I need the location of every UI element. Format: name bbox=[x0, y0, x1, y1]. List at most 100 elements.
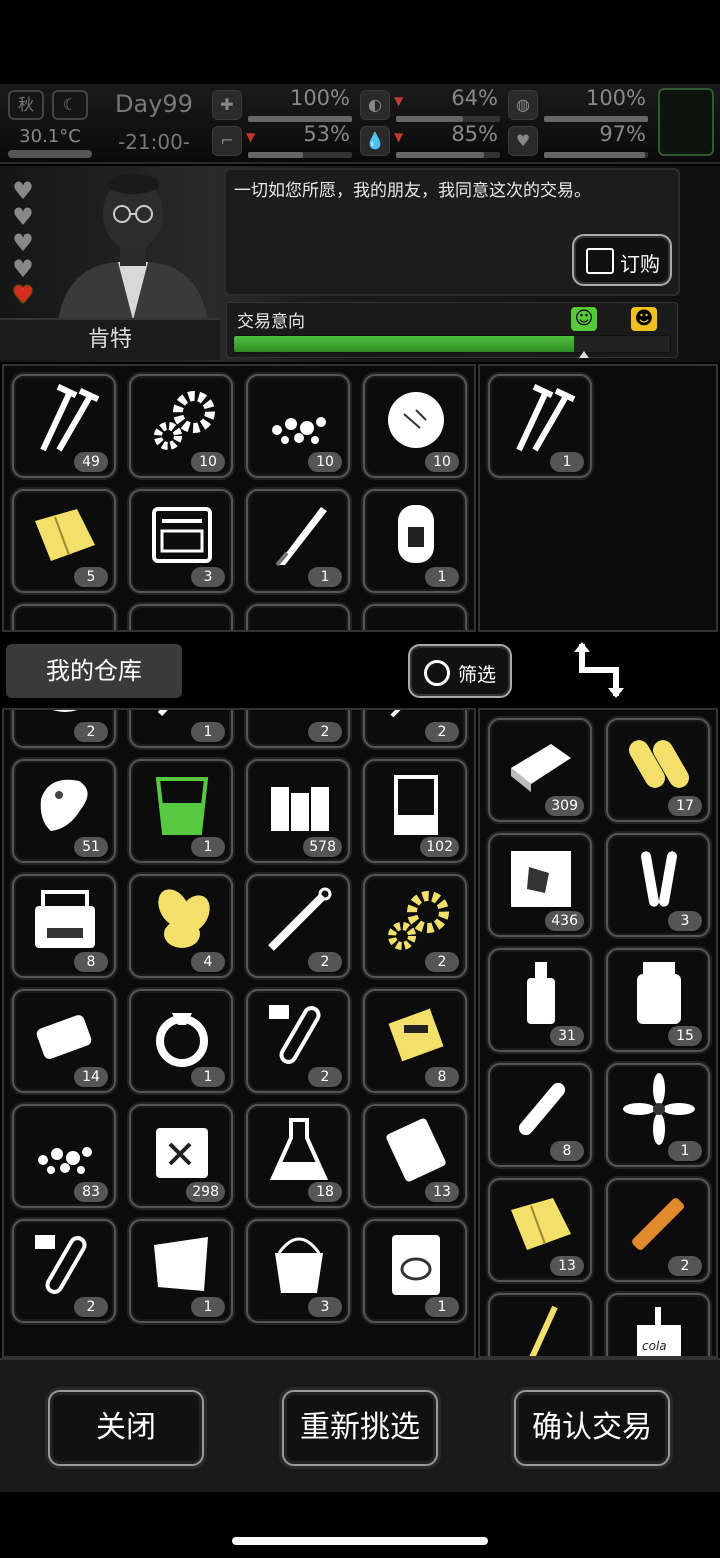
swap-icon[interactable] bbox=[574, 640, 624, 700]
injector-icon bbox=[620, 1188, 698, 1260]
item-slot[interactable]: 14 bbox=[12, 989, 116, 1093]
warehouse-tab-label: 我的仓库 bbox=[46, 657, 142, 685]
item-slot[interactable] bbox=[129, 604, 233, 630]
capsule-icon: ◍ bbox=[508, 90, 538, 120]
item-slot[interactable] bbox=[488, 1293, 592, 1356]
bullets-icon bbox=[620, 728, 698, 800]
cotton-icon bbox=[377, 384, 455, 456]
item-slot[interactable]: 2 bbox=[12, 710, 116, 748]
item-slot[interactable]: 1 bbox=[246, 489, 350, 593]
item-slot[interactable] bbox=[363, 604, 467, 630]
item-slot[interactable] bbox=[246, 604, 350, 630]
item-slot[interactable]: 309 bbox=[488, 718, 592, 822]
item-slot[interactable]: 5 bbox=[12, 489, 116, 593]
item-slot[interactable]: 18 bbox=[246, 1104, 350, 1208]
water-drop-icon: 💧 bbox=[360, 126, 390, 156]
item-slot[interactable]: 49 bbox=[12, 374, 116, 478]
item-slot[interactable]: 1 bbox=[129, 710, 233, 748]
boot-icon: ⌐ bbox=[212, 126, 242, 156]
item-slot[interactable]: 2 bbox=[363, 874, 467, 978]
backpack-icon bbox=[377, 499, 455, 571]
item-count: 3 bbox=[191, 567, 225, 587]
temperature: 30.1°C bbox=[19, 126, 81, 147]
item-count: 2 bbox=[668, 1256, 702, 1276]
item-slot[interactable]: 2 bbox=[246, 874, 350, 978]
item-slot[interactable]: 2 bbox=[606, 1178, 710, 1282]
item-slot[interactable]: 10 bbox=[363, 374, 467, 478]
item-slot[interactable]: 31 bbox=[488, 948, 592, 1052]
filter-button[interactable]: 筛选 bbox=[408, 644, 512, 698]
item-slot[interactable]: 1 bbox=[606, 1063, 710, 1167]
item-slot[interactable]: 102 bbox=[363, 759, 467, 863]
item-slot[interactable]: 10 bbox=[129, 374, 233, 478]
jar-icon bbox=[620, 958, 698, 1030]
cola-label: cola bbox=[642, 1339, 667, 1353]
item-slot[interactable]: 3 bbox=[246, 1219, 350, 1323]
item-slot[interactable]: 1 bbox=[129, 759, 233, 863]
item-count: 1 bbox=[425, 1297, 459, 1317]
my-offer-panel[interactable]: 309 17 436 3 31 15 8 1 13 2 cola bbox=[478, 708, 718, 1358]
item-slot[interactable]: 15 bbox=[606, 948, 710, 1052]
item-slot[interactable]: 2 bbox=[12, 1219, 116, 1323]
item-slot[interactable]: 13 bbox=[363, 1104, 467, 1208]
item-slot[interactable]: 1 bbox=[363, 489, 467, 593]
item-slot[interactable]: 1 bbox=[129, 1219, 233, 1323]
item-slot[interactable]: 3 bbox=[129, 489, 233, 593]
confirm-trade-button[interactable]: 确认交易 bbox=[514, 1390, 670, 1466]
item-slot[interactable]: 83 bbox=[12, 1104, 116, 1208]
fuel-can-icon bbox=[143, 1114, 221, 1186]
night-moon-icon: ☾ bbox=[52, 90, 88, 120]
close-button[interactable]: 关闭 bbox=[48, 1390, 204, 1466]
item-slot[interactable]: 2 bbox=[246, 989, 350, 1093]
trader-stock-panel[interactable]: 49 10 10 10 5 3 1 1 bbox=[2, 364, 476, 632]
beaker-icon bbox=[377, 769, 455, 841]
cloth-icon bbox=[502, 1188, 580, 1260]
item-slot[interactable]: 578 bbox=[246, 759, 350, 863]
nails-icon bbox=[502, 384, 580, 456]
item-slot[interactable]: 8 bbox=[363, 989, 467, 1093]
tarp-icon bbox=[143, 1229, 221, 1301]
heart-filled-icon: ♥ bbox=[12, 281, 34, 309]
item-slot[interactable]: 1 bbox=[363, 1219, 467, 1323]
item-slot[interactable] bbox=[12, 604, 116, 630]
status-hud: 秋 ☾ 30.1°C Day99 -21:00- ✚ 100% ◐ ▼ 64% … bbox=[0, 84, 720, 164]
gears-gold-icon bbox=[377, 884, 455, 956]
item-slot[interactable]: 1 bbox=[129, 989, 233, 1093]
trader-panel: ♥ ♥ ♥ ♥ ♥ 肯特 一切如您所愿，我的朋友，我同意这次的交易。 订购 交易… bbox=[0, 166, 720, 362]
item-count: 10 bbox=[308, 452, 342, 472]
item-slot[interactable]: 2 bbox=[363, 710, 467, 748]
item-slot[interactable]: 1 bbox=[488, 374, 592, 478]
stat-stamina: ⌐ ▼ 53% bbox=[212, 122, 352, 160]
item-slot[interactable]: 17 bbox=[606, 718, 710, 822]
item-count: 309 bbox=[545, 796, 584, 816]
stat-energy: ◍ 100% bbox=[508, 86, 648, 124]
home-indicator[interactable] bbox=[232, 1537, 488, 1545]
item-slot[interactable]: 8 bbox=[488, 1063, 592, 1167]
item-count: 15 bbox=[668, 1026, 702, 1046]
trader-offer-panel[interactable]: 1 bbox=[478, 364, 718, 632]
item-slot[interactable]: 10 bbox=[246, 374, 350, 478]
item-count: 3 bbox=[668, 911, 702, 931]
item-slot[interactable]: 4 bbox=[129, 874, 233, 978]
item-slot[interactable]: 3 bbox=[606, 833, 710, 937]
item-count: 298 bbox=[186, 1182, 225, 1202]
stat-thirst: 💧 ▼ 85% bbox=[360, 122, 500, 160]
item-slot[interactable]: 13 bbox=[488, 1178, 592, 1282]
item-slot[interactable]: 51 bbox=[12, 759, 116, 863]
warning-icon: ▼ bbox=[394, 94, 404, 108]
test-tube-2-icon bbox=[26, 1229, 104, 1301]
reselect-button[interactable]: 重新挑选 bbox=[282, 1390, 438, 1466]
equipment-slot[interactable] bbox=[658, 88, 714, 156]
water-glass-icon bbox=[143, 769, 221, 841]
item-slot[interactable]: 436 bbox=[488, 833, 592, 937]
warning-icon: ▼ bbox=[246, 130, 256, 144]
item-slot[interactable]: 298 bbox=[129, 1104, 233, 1208]
order-button[interactable]: 订购 bbox=[572, 234, 672, 286]
item-count: 5 bbox=[74, 567, 108, 587]
item-slot[interactable]: cola bbox=[606, 1293, 710, 1356]
item-slot[interactable]: 8 bbox=[12, 874, 116, 978]
my-inventory-panel[interactable]: 2 1 2 2 51 1 578 102 8 4 2 2 14 1 2 8 83 298 18 13 2 1 3 1 bbox=[2, 708, 476, 1358]
item-slot[interactable]: 2 bbox=[246, 710, 350, 748]
warehouse-header: 我的仓库 筛选 bbox=[0, 634, 720, 708]
tab-my-warehouse[interactable]: 我的仓库 bbox=[6, 644, 182, 698]
